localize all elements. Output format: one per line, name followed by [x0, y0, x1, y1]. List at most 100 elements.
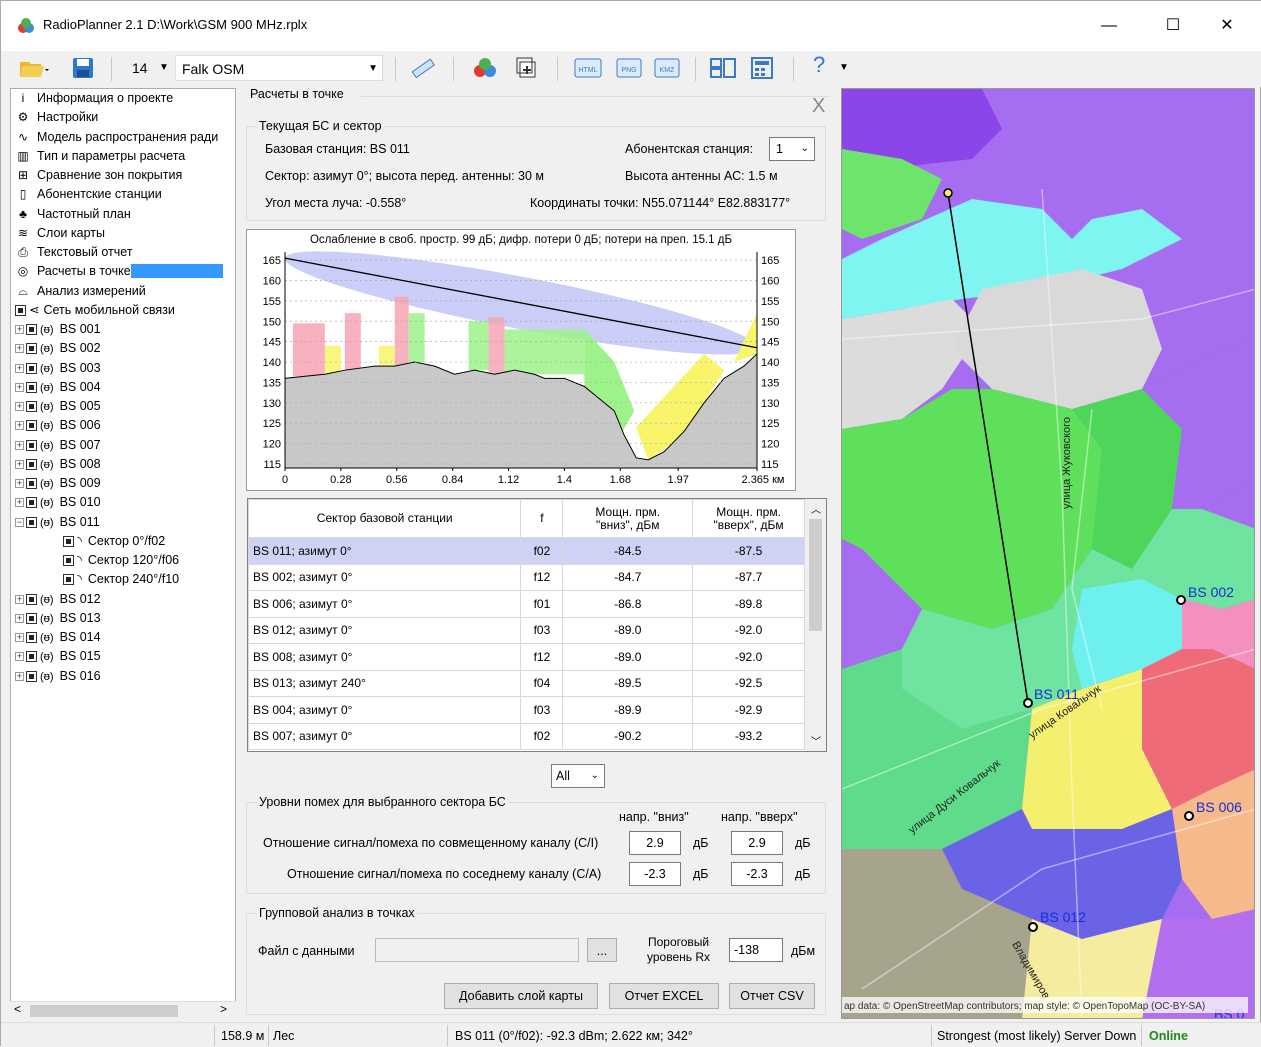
scrollbar-thumb[interactable] — [809, 519, 822, 631]
checkbox-icon[interactable] — [26, 458, 37, 470]
tree-item[interactable]: ⊞ Сравнение зон покрытия — [15, 166, 182, 185]
checkbox-icon[interactable] — [26, 593, 37, 605]
png-export-icon[interactable]: PNG — [615, 57, 643, 79]
close-button[interactable]: ✕ — [1209, 11, 1245, 41]
tree-station[interactable]: + (ᵿ) BS 014 — [15, 628, 101, 647]
add-map-layer-button[interactable]: Добавить слой карты — [444, 983, 598, 1009]
browse-button[interactable]: ... — [587, 938, 617, 962]
checkbox-icon[interactable] — [26, 362, 37, 374]
tree-item[interactable]: ⋖ Сеть мобильной связи — [15, 301, 175, 320]
excel-report-button[interactable]: Отчет EXCEL — [609, 983, 719, 1009]
checkbox-icon[interactable] — [26, 343, 37, 355]
kmz-export-icon[interactable]: KMZ — [653, 57, 681, 79]
table-row[interactable]: BS 012; азимут 0° f03 -89.0 -92.0 — [248, 616, 805, 644]
checkbox-icon[interactable] — [26, 420, 37, 432]
ca-down-field[interactable]: -2.3 — [629, 862, 681, 886]
layout-icon[interactable] — [709, 57, 737, 79]
checkbox-icon[interactable] — [26, 497, 37, 509]
tree-item[interactable]: ◎ Расчеты в точке — [15, 262, 223, 281]
tree-station[interactable]: − (ᵿ) BS 011 — [15, 513, 100, 532]
threshold-field[interactable]: -138 — [729, 938, 783, 962]
html-export-icon[interactable]: HTML — [573, 57, 603, 79]
tree-station[interactable]: + (ᵿ) BS 009 — [15, 474, 101, 493]
tree-item[interactable]: ⌓ Анализ измерений — [15, 282, 145, 301]
tree-station[interactable]: + (ᵿ) BS 001 — [15, 320, 101, 339]
open-folder-icon[interactable] — [19, 57, 49, 79]
panel-close-icon[interactable]: X — [812, 95, 825, 118]
checkbox-icon[interactable] — [26, 516, 37, 528]
checkbox-icon[interactable] — [26, 612, 37, 624]
bs-006-marker[interactable] — [1184, 811, 1194, 821]
tree-station[interactable]: + (ᵿ) BS 005 — [15, 397, 101, 416]
checkbox-icon[interactable] — [26, 651, 37, 663]
layers-add-icon[interactable] — [515, 57, 539, 79]
chevron-up-icon[interactable]: ︿ — [811, 501, 821, 516]
tree-sector[interactable]: ◝ Сектор 0°/f02 — [63, 532, 165, 551]
expand-toggle-icon[interactable]: − — [15, 517, 24, 527]
column-header[interactable]: Мощн. прм. "вверх", дБм — [692, 499, 805, 538]
tree-item[interactable]: ♣ Частотный план — [15, 205, 131, 224]
expand-toggle-icon[interactable]: + — [15, 671, 24, 681]
table-row[interactable]: BS 006; азимут 0° f01 -86.8 -89.8 — [248, 590, 805, 618]
table-row[interactable]: BS 002; азимут 0° f12 -84.7 -87.7 — [248, 563, 805, 591]
tree-station[interactable]: + (ᵿ) BS 003 — [15, 359, 101, 378]
expand-toggle-icon[interactable]: + — [15, 325, 24, 335]
chevron-left-icon[interactable]: < — [14, 1002, 21, 1016]
expand-toggle-icon[interactable]: + — [15, 440, 24, 450]
table-row[interactable]: BS 011; азимут 0° f02 -84.5 -87.5 — [248, 537, 805, 565]
expand-toggle-icon[interactable]: + — [15, 363, 24, 373]
checkbox-icon[interactable] — [26, 324, 37, 336]
tree-item[interactable]: ⎙ Текстовый отчет — [15, 243, 132, 262]
tree-item[interactable]: ∿ Модель распространения ради — [15, 128, 218, 147]
checkbox-icon[interactable] — [26, 478, 37, 490]
ca-up-field[interactable]: -2.3 — [731, 862, 783, 886]
ruler-icon[interactable] — [409, 57, 437, 79]
table-row[interactable]: BS 008; азимут 0° f12 -89.0 -92.0 — [248, 643, 805, 671]
tree-sector[interactable]: ◝ Сектор 120°/f06 — [63, 551, 179, 570]
column-header[interactable]: Сектор базовой станции — [248, 499, 522, 538]
tree-station[interactable]: + (ᵿ) BS 016 — [15, 667, 101, 686]
tree-station[interactable]: + (ᵿ) BS 015 — [15, 647, 101, 666]
expand-toggle-icon[interactable]: + — [15, 613, 24, 623]
tree-item[interactable]: ⚙ Настройки — [15, 108, 99, 127]
tree-station[interactable]: + (ᵿ) BS 013 — [15, 609, 101, 628]
tree-horizontal-scrollbar[interactable]: < > — [10, 1001, 236, 1019]
tree-station[interactable]: + (ᵿ) BS 010 — [15, 493, 101, 512]
chevron-down-icon[interactable]: ▼ — [839, 55, 849, 81]
tree-station[interactable]: + (ᵿ) BS 008 — [15, 455, 101, 474]
checkbox-icon[interactable] — [15, 304, 26, 316]
chevron-down-icon[interactable]: ﹀ — [811, 733, 821, 748]
font-size-select[interactable]: 14 — [132, 55, 148, 81]
expand-toggle-icon[interactable]: + — [15, 633, 24, 643]
ci-down-field[interactable]: 2.9 — [629, 831, 681, 855]
tree-item[interactable]: ≋ Слои карты — [15, 224, 105, 243]
help-icon[interactable]: ? — [813, 52, 825, 78]
checkbox-icon[interactable] — [63, 555, 74, 567]
maximize-button[interactable]: ☐ — [1155, 11, 1191, 41]
table-row[interactable]: BS 007; азимут 0° f02 -90.2 -93.2 — [248, 722, 805, 750]
bs-012-marker[interactable] — [1028, 922, 1038, 932]
expand-toggle-icon[interactable]: + — [15, 344, 24, 354]
calculator-icon[interactable] — [749, 57, 775, 79]
column-header[interactable]: Мощн. прм. "вниз", дБм — [562, 499, 694, 538]
tree-sector[interactable]: ◝ Сектор 240°/f10 — [63, 570, 179, 589]
tree-item[interactable]: ▯ Абонентские станции — [15, 185, 162, 204]
checkbox-icon[interactable] — [63, 535, 74, 547]
point-marker[interactable] — [943, 188, 953, 198]
checkbox-icon[interactable] — [63, 574, 74, 586]
chevron-down-icon[interactable]: ▼ — [159, 55, 169, 81]
table-row[interactable]: BS 004; азимут 0° f03 -89.9 -92.9 — [248, 696, 805, 724]
expand-toggle-icon[interactable]: + — [15, 498, 24, 508]
checkbox-icon[interactable] — [26, 439, 37, 451]
tree-station[interactable]: + (ᵿ) BS 012 — [15, 590, 101, 609]
expand-toggle-icon[interactable]: + — [15, 421, 24, 431]
checkbox-icon[interactable] — [26, 381, 37, 393]
scrollbar-thumb[interactable] — [30, 1005, 178, 1017]
expand-toggle-icon[interactable]: + — [15, 479, 24, 489]
tree-station[interactable]: + (ᵿ) BS 004 — [15, 378, 101, 397]
table-vertical-scrollbar[interactable]: ︿ ﹀ — [805, 499, 826, 751]
tree-item[interactable]: ▥ Тип и параметры расчета — [15, 147, 185, 166]
checkbox-icon[interactable] — [26, 670, 37, 682]
expand-toggle-icon[interactable]: + — [15, 652, 24, 662]
tree-station[interactable]: + (ᵿ) BS 002 — [15, 339, 101, 358]
